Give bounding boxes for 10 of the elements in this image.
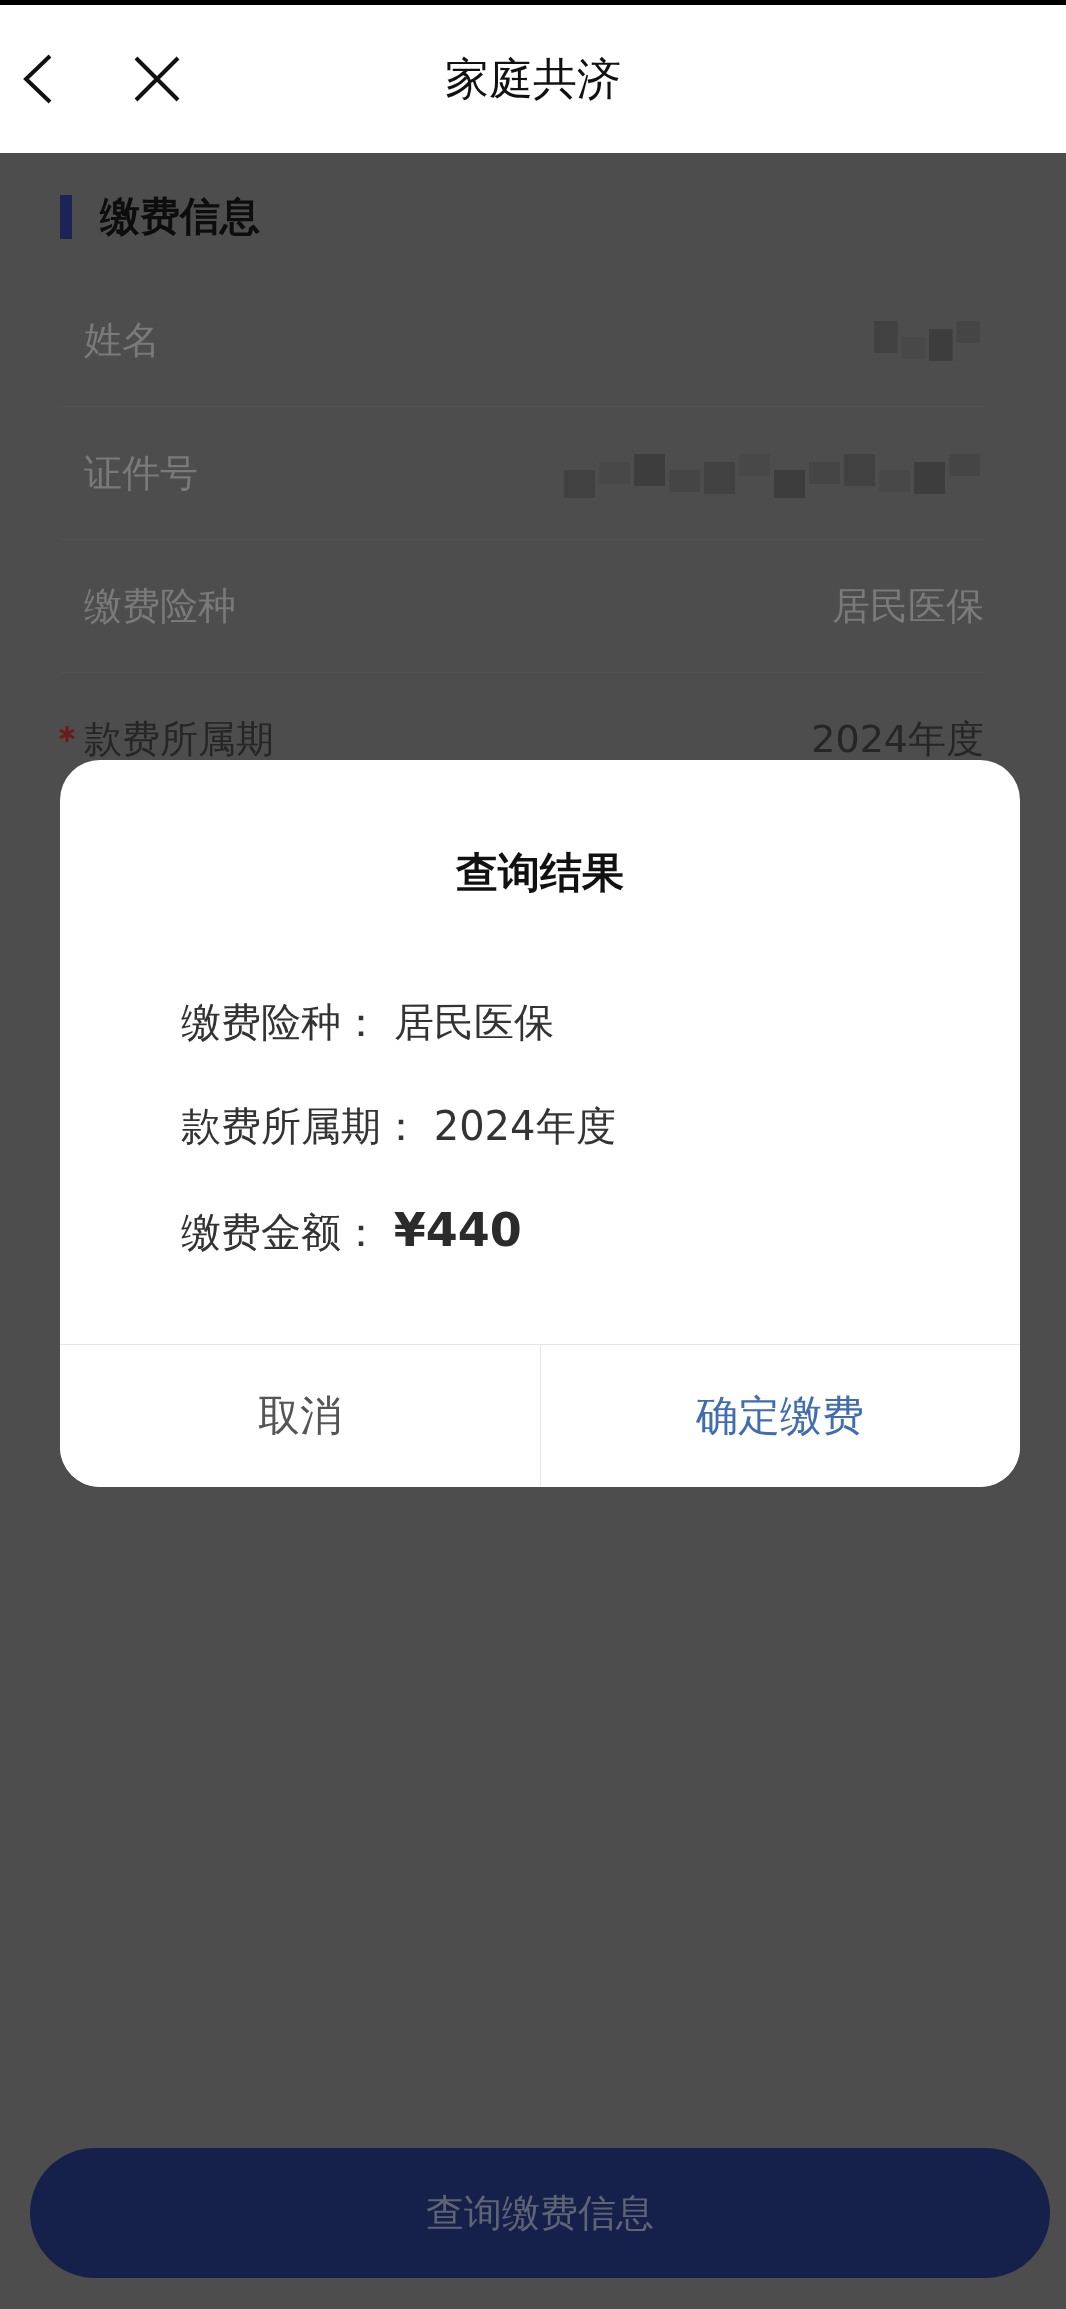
- result-line: 款费所属期： 2024年度: [181, 1102, 617, 1151]
- back-icon[interactable]: [22, 54, 54, 104]
- page-title: 家庭共济: [445, 52, 621, 106]
- confirm-button[interactable]: 确定缴费: [539, 1345, 1020, 1487]
- result-line: 缴费险种： 居民医保: [181, 998, 555, 1047]
- close-icon[interactable]: [134, 56, 180, 102]
- result-line: 缴费金额： ¥440: [181, 1202, 523, 1259]
- section-title: 缴费信息: [100, 192, 260, 241]
- dialog-title: 查询结果: [455, 847, 625, 899]
- section-marker: [60, 194, 72, 239]
